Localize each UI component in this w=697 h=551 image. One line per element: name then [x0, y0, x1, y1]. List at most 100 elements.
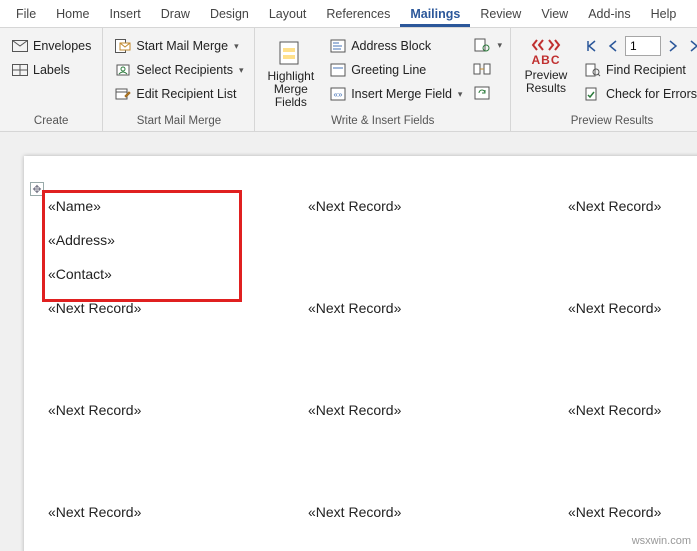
insert-merge-field-label: Insert Merge Field [351, 87, 452, 101]
highlight-icon [276, 38, 306, 68]
next-record-field: «Next Record» [568, 402, 697, 418]
match-fields-icon [473, 60, 491, 78]
preview-results-button[interactable]: ABC Preview Results [519, 36, 573, 98]
tab-view[interactable]: View [531, 3, 578, 27]
chevron-down-icon: ▾ [458, 89, 463, 100]
start-mail-merge-button[interactable]: Start Mail Merge ▾ [111, 36, 246, 56]
select-recipients-button[interactable]: Select Recipients ▾ [111, 60, 246, 80]
envelopes-label: Envelopes [33, 39, 91, 53]
check-errors-label: Check for Errors [606, 87, 697, 101]
labels-grid: «Name» «Address» «Contact» «Next Record»… [48, 196, 697, 551]
label-cell[interactable]: «Next Record» [568, 400, 697, 502]
greeting-icon [329, 61, 347, 79]
tab-help[interactable]: Help [641, 3, 687, 27]
ribbon-tabs: File Home Insert Draw Design Layout Refe… [0, 0, 697, 28]
page[interactable]: ✥ «Name» «Address» «Contact» «Next Recor… [24, 156, 697, 551]
tab-foxit[interactable]: Foxit Reade [686, 3, 697, 27]
next-record-button[interactable] [663, 36, 683, 56]
labels-icon [11, 61, 29, 79]
tab-references[interactable]: References [316, 3, 400, 27]
group-create: Envelopes Labels Create [0, 28, 103, 131]
next-record-field: «Next Record» [48, 504, 308, 520]
select-recipients-label: Select Recipients [136, 63, 233, 77]
record-nav [581, 36, 697, 56]
table-anchor-icon[interactable]: ✥ [30, 182, 44, 196]
label-cell[interactable]: «Next Record» [568, 298, 697, 400]
last-record-button[interactable] [685, 36, 697, 56]
address-block-button[interactable]: Address Block [326, 36, 465, 56]
watermark: wsxwin.com [632, 535, 691, 547]
greeting-line-button[interactable]: Greeting Line [326, 60, 465, 80]
insert-merge-field-button[interactable]: «» Insert Merge Field ▾ [326, 84, 465, 104]
label-cell[interactable]: «Name» «Address» «Contact» [48, 196, 308, 298]
merge-field-name: «Name» [48, 198, 308, 214]
group-preview-results: ABC Preview Results Find Recipient [511, 28, 697, 131]
next-record-field: «Next Record» [308, 504, 568, 520]
envelopes-button[interactable]: Envelopes [8, 36, 94, 56]
label-cell[interactable]: «Next Record» [48, 298, 308, 400]
prev-record-button[interactable] [603, 36, 623, 56]
group-preview-label: Preview Results [519, 115, 697, 129]
address-block-label: Address Block [351, 39, 431, 53]
preview-chevrons-icon [531, 38, 561, 52]
labels-button[interactable]: Labels [8, 60, 94, 80]
edit-recipient-list-label: Edit Recipient List [136, 87, 236, 101]
record-number-input[interactable] [625, 36, 661, 56]
highlight-merge-fields-button[interactable]: Highlight Merge Fields [263, 36, 318, 112]
update-labels-icon [473, 84, 491, 102]
rules-button[interactable]: ▾ [473, 36, 502, 54]
label-cell[interactable]: «Next Record» [308, 196, 568, 298]
update-labels-button[interactable] [473, 84, 502, 102]
greeting-line-label: Greeting Line [351, 63, 426, 77]
first-record-button[interactable] [581, 36, 601, 56]
next-record-field: «Next Record» [568, 198, 697, 214]
find-recipient-button[interactable]: Find Recipient [581, 60, 697, 80]
highlight-label: Highlight Merge Fields [267, 70, 314, 110]
label-cell[interactable]: «Next Record» [48, 502, 308, 551]
rules-icon [473, 36, 491, 54]
tab-home[interactable]: Home [46, 3, 99, 27]
tab-mailings[interactable]: Mailings [400, 3, 470, 27]
chevron-down-icon: ▾ [234, 41, 239, 52]
label-cell[interactable]: «Next Record» [308, 298, 568, 400]
next-record-field: «Next Record» [48, 402, 308, 418]
label-cell[interactable]: «Next Record» [308, 400, 568, 502]
recipients-icon [114, 61, 132, 79]
merge-field-address: «Address» [48, 232, 308, 248]
insert-field-icon: «» [329, 85, 347, 103]
group-start-label: Start Mail Merge [111, 115, 246, 129]
group-write-label: Write & Insert Fields [263, 115, 502, 129]
labels-label: Labels [33, 63, 70, 77]
ribbon: Envelopes Labels Create Start Mail M [0, 28, 697, 132]
tab-addins[interactable]: Add-ins [578, 3, 640, 27]
label-cell[interactable]: «Next Record» [308, 502, 568, 551]
find-recipient-label: Find Recipient [606, 63, 686, 77]
tab-review[interactable]: Review [470, 3, 531, 27]
tab-draw[interactable]: Draw [151, 3, 200, 27]
group-write-insert: Highlight Merge Fields Address Block Gre… [255, 28, 511, 131]
abc-label: ABC [531, 54, 560, 67]
merge-field-contact: «Contact» [48, 266, 308, 282]
tab-layout[interactable]: Layout [259, 3, 317, 27]
check-errors-button[interactable]: Check for Errors [581, 84, 697, 104]
match-fields-button[interactable] [473, 60, 502, 78]
group-create-label: Create [8, 115, 94, 129]
edit-recipient-list-button[interactable]: Edit Recipient List [111, 84, 246, 104]
tab-insert[interactable]: Insert [100, 3, 151, 27]
search-icon [584, 61, 602, 79]
next-record-field: «Next Record» [308, 402, 568, 418]
envelope-icon [11, 37, 29, 55]
next-record-field: «Next Record» [48, 300, 308, 316]
next-record-field: «Next Record» [568, 300, 697, 316]
edit-list-icon [114, 85, 132, 103]
next-record-field: «Next Record» [308, 300, 568, 316]
chevron-down-icon: ▾ [497, 40, 502, 51]
next-record-field: «Next Record» [568, 504, 697, 520]
check-errors-icon [584, 85, 602, 103]
tab-file[interactable]: File [6, 3, 46, 27]
label-cell[interactable]: «Next Record» [568, 196, 697, 298]
label-cell[interactable]: «Next Record» [48, 400, 308, 502]
tab-design[interactable]: Design [200, 3, 259, 27]
svg-text:«»: «» [334, 90, 343, 99]
chevron-down-icon: ▾ [239, 65, 244, 76]
